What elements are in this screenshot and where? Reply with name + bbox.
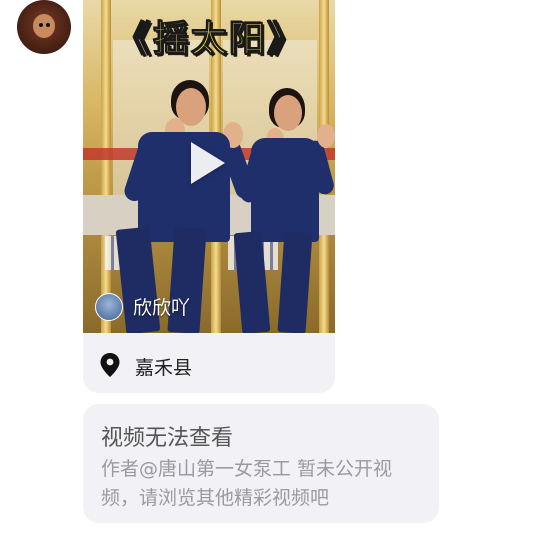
notice-title: 视频无法查看 bbox=[101, 426, 234, 451]
video-overlay-title: 《摇太阳》 bbox=[114, 19, 306, 61]
video-author-name: 欣欣吖 bbox=[133, 297, 191, 319]
avatar-eye-right bbox=[46, 23, 50, 27]
location-bar[interactable]: 嘉禾县 bbox=[83, 333, 335, 393]
shared-video-card[interactable]: 《摇太阳》 欣欣吖 嘉禾县 bbox=[83, 0, 335, 393]
notice-author: 作者@唐山第一女泵工 bbox=[101, 458, 292, 480]
sender-avatar[interactable] bbox=[17, 0, 71, 54]
location-pin-icon bbox=[100, 353, 120, 377]
torso bbox=[251, 138, 319, 242]
avatar-eye-left bbox=[39, 23, 43, 27]
video-thumbnail[interactable]: 《摇太阳》 欣欣吖 bbox=[83, 0, 335, 333]
location-label: 嘉禾县 bbox=[135, 357, 193, 379]
play-icon[interactable] bbox=[191, 142, 225, 184]
author-avatar bbox=[95, 293, 123, 321]
notice-body: 作者@唐山第一女泵工 暂未公开视频，请浏览其他精彩视频吧 bbox=[101, 455, 427, 513]
avatar-face bbox=[33, 14, 55, 38]
video-unavailable-notice: 视频无法查看 作者@唐山第一女泵工 暂未公开视频，请浏览其他精彩视频吧 bbox=[83, 404, 439, 523]
hand bbox=[317, 124, 335, 148]
leg bbox=[277, 231, 313, 333]
leg bbox=[233, 230, 271, 333]
face bbox=[274, 95, 302, 131]
